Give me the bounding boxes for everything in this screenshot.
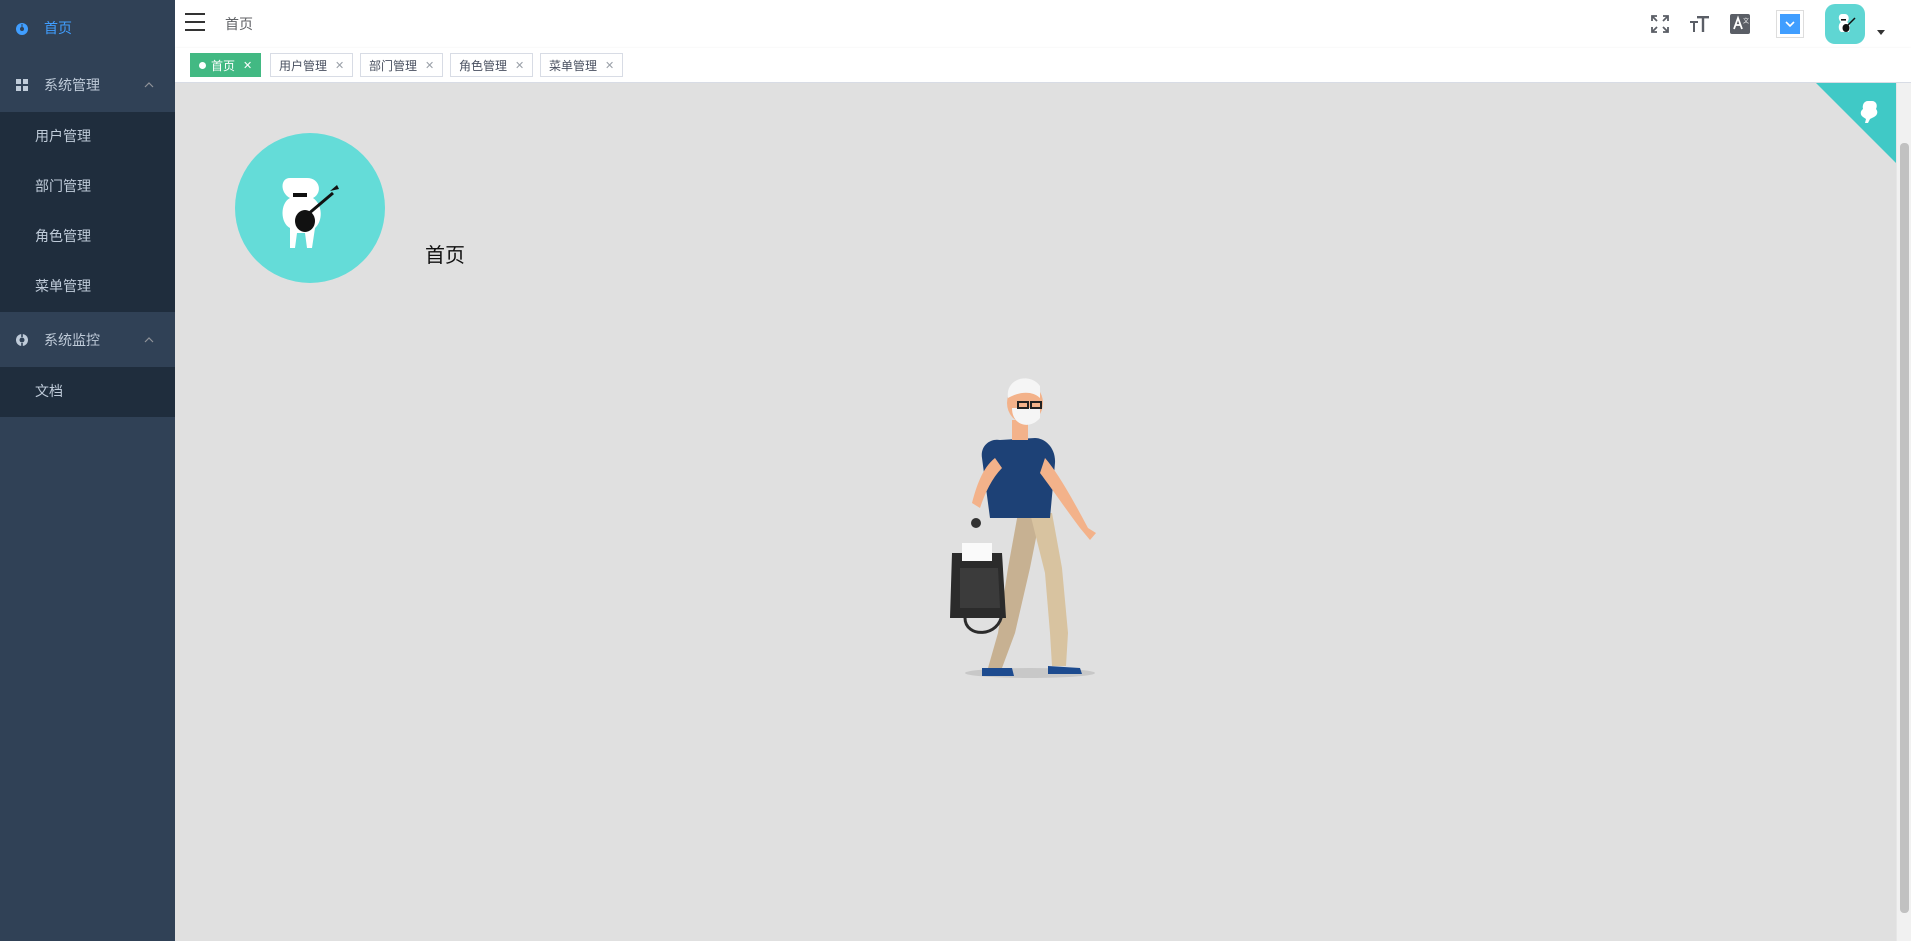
chevron-down-icon: [1780, 14, 1800, 34]
tag-label: 菜单管理: [549, 58, 598, 73]
tag-label: 角色管理: [459, 58, 508, 73]
close-icon[interactable]: ✕: [243, 59, 252, 72]
close-icon[interactable]: ✕: [515, 59, 524, 72]
tag-menu-manage[interactable]: 菜单管理 ✕: [540, 53, 624, 77]
tag-label: 首页: [211, 58, 236, 73]
sidebar-item-home[interactable]: 首页: [0, 0, 175, 55]
sidebar-item-system-monitor[interactable]: 系统监控: [0, 312, 175, 367]
vertical-scrollbar[interactable]: [1896, 83, 1911, 941]
sidebar-item-label: 系统管理: [44, 77, 100, 94]
tag-role-manage[interactable]: 角色管理 ✕: [450, 53, 534, 77]
chevron-up-icon: [144, 336, 154, 342]
caret-down-icon[interactable]: [1877, 30, 1885, 35]
submenu-system-monitor: 文档: [0, 367, 175, 417]
svg-text:文: 文: [1743, 17, 1749, 25]
close-icon[interactable]: ✕: [605, 59, 614, 72]
fullscreen-icon[interactable]: [1648, 12, 1672, 36]
sidebar-item-system-manage[interactable]: 系统管理: [0, 57, 175, 112]
sidebar-item-label: 首页: [44, 20, 72, 37]
sidebar-item-dept-manage[interactable]: 部门管理: [0, 162, 175, 212]
close-icon[interactable]: ✕: [425, 59, 434, 72]
sidebar-item-role-manage[interactable]: 角色管理: [0, 212, 175, 262]
hamburger-icon[interactable]: [185, 13, 205, 31]
sidebar-item-user-manage[interactable]: 用户管理: [0, 112, 175, 162]
user-avatar[interactable]: [1825, 4, 1865, 44]
tag-dept-manage[interactable]: 部门管理 ✕: [360, 53, 444, 77]
tag-label: 部门管理: [369, 58, 418, 73]
dashboard-icon: [14, 20, 30, 36]
github-corner[interactable]: [1816, 83, 1896, 163]
scrollbar-thumb[interactable]: [1900, 143, 1909, 913]
close-icon[interactable]: ✕: [335, 59, 344, 72]
walking-man-illustration: [950, 378, 1096, 678]
sidebar-item-label: 系统监控: [44, 332, 100, 349]
sidebar: 首页 系统管理 用户管理 部门管理 角色管理 菜单管理 系统监控 文档: [0, 0, 175, 941]
tag-user-manage[interactable]: 用户管理 ✕: [270, 53, 354, 77]
monitor-icon: [14, 332, 30, 348]
main-content: 首页: [175, 83, 1896, 941]
sidebar-item-menu-manage[interactable]: 菜单管理: [0, 262, 175, 312]
tag-home[interactable]: 首页 ✕: [190, 53, 262, 77]
grid-icon: [14, 77, 30, 93]
sidebar-item-docs[interactable]: 文档: [0, 367, 175, 417]
submenu-system-manage: 用户管理 部门管理 角色管理 菜单管理: [0, 112, 175, 312]
tags-view: 首页 ✕ 用户管理 ✕ 部门管理 ✕ 角色管理 ✕ 菜单管理 ✕: [175, 48, 1911, 83]
active-dot: [199, 61, 206, 69]
navbar: 首页 文: [175, 0, 1911, 48]
translate-icon[interactable]: 文: [1728, 12, 1752, 36]
size-select[interactable]: [1776, 10, 1804, 38]
font-size-icon[interactable]: [1688, 12, 1712, 36]
breadcrumb: 首页: [225, 17, 253, 33]
profile-avatar: [235, 133, 385, 283]
chevron-up-icon: [144, 81, 154, 87]
role-label: 首页: [425, 243, 465, 267]
tag-label: 用户管理: [279, 58, 328, 73]
